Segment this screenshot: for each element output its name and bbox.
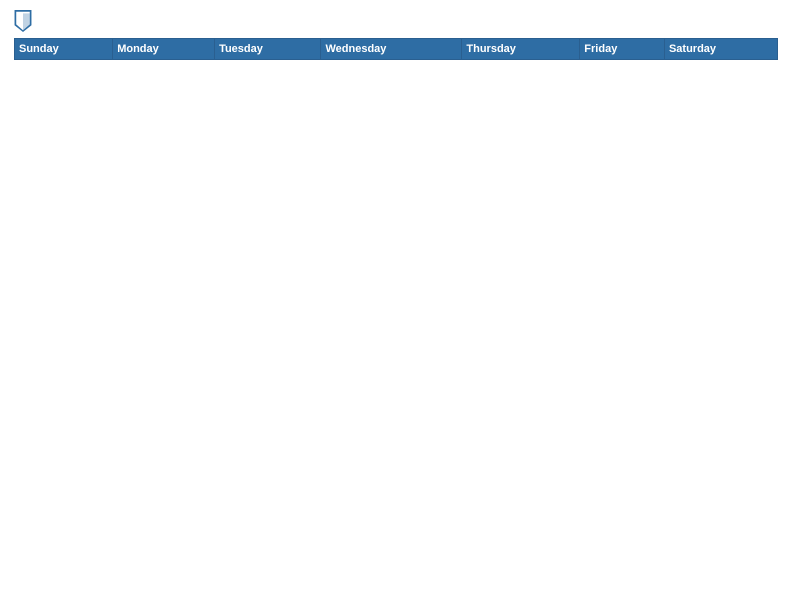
weekday-header-monday: Monday (113, 39, 215, 60)
weekday-header-thursday: Thursday (462, 39, 580, 60)
weekday-header-tuesday: Tuesday (215, 39, 321, 60)
page: SundayMondayTuesdayWednesdayThursdayFrid… (0, 0, 792, 612)
weekday-header-row: SundayMondayTuesdayWednesdayThursdayFrid… (15, 39, 778, 60)
weekday-header-sunday: Sunday (15, 39, 113, 60)
logo (14, 10, 36, 32)
calendar-table: SundayMondayTuesdayWednesdayThursdayFrid… (14, 38, 778, 60)
weekday-header-friday: Friday (580, 39, 665, 60)
weekday-header-wednesday: Wednesday (321, 39, 462, 60)
weekday-header-saturday: Saturday (664, 39, 777, 60)
logo-icon (14, 10, 32, 32)
header (14, 10, 778, 32)
